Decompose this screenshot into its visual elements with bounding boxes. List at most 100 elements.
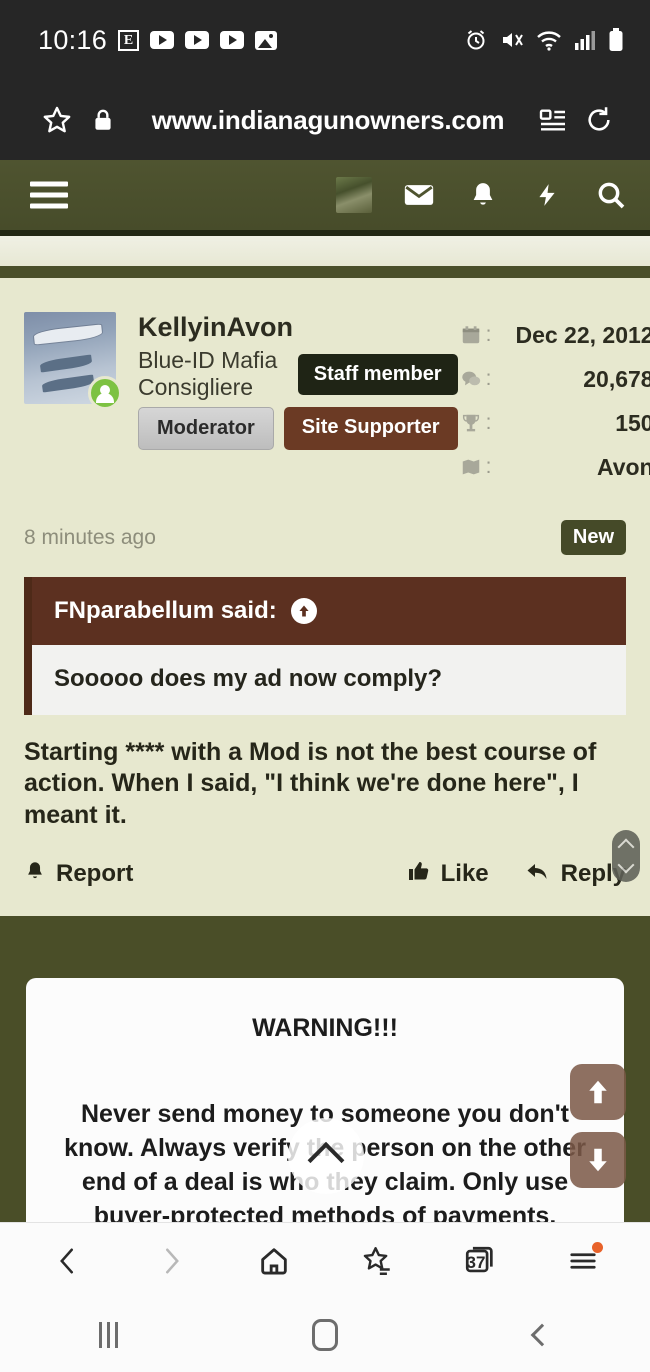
scrollbar-handle[interactable]	[612, 830, 640, 882]
scroll-to-top-button[interactable]	[288, 1118, 364, 1194]
status-bar: 10:16 E	[0, 0, 650, 80]
trophy-points-value: 150	[615, 409, 650, 436]
post-header: KellyinAvon Blue-ID Mafia Consigliere St…	[0, 298, 650, 494]
star-icon[interactable]	[34, 97, 80, 143]
photo-icon	[255, 30, 278, 50]
android-back-button[interactable]	[512, 1313, 572, 1357]
report-button[interactable]: Report	[24, 859, 133, 890]
username[interactable]: KellyinAvon	[138, 312, 458, 343]
tab-count: 37	[466, 1252, 486, 1272]
reload-icon[interactable]	[576, 97, 622, 143]
quote-body: Sooooo does my ad now comply?	[32, 645, 626, 715]
lock-icon	[80, 97, 126, 143]
reply-arrow-icon	[525, 859, 551, 890]
messages-value: 20,678	[583, 365, 650, 392]
status-bar-left: 10:16 E	[38, 24, 278, 56]
stat-separator: :	[485, 323, 492, 346]
android-nav-bar	[0, 1298, 650, 1372]
browser-menu-button[interactable]	[555, 1233, 611, 1289]
forum-post: KellyinAvon Blue-ID Mafia Consigliere St…	[0, 278, 650, 916]
home-icon	[311, 1319, 338, 1351]
post-timestamp[interactable]: 8 minutes ago	[24, 526, 156, 550]
warning-title: WARNING!!!	[252, 1013, 398, 1042]
status-bar-right	[464, 28, 624, 52]
page-top-strip	[0, 236, 650, 266]
messages-icon	[458, 368, 484, 390]
aircraft-shape	[41, 374, 95, 393]
staff-member-badge: Staff member	[297, 353, 458, 395]
recents-icon	[98, 1322, 118, 1348]
user-title: Blue-ID Mafia Consigliere	[138, 347, 278, 400]
youtube-icon	[185, 31, 210, 49]
menu-notification-dot	[591, 1241, 603, 1253]
browser-home-button[interactable]	[246, 1233, 302, 1289]
search-icon[interactable]	[594, 178, 628, 212]
mute-vibrate-icon	[500, 28, 524, 52]
stat-messages: : 20,678	[458, 362, 650, 396]
quote-header[interactable]: FNparabellum said:	[32, 577, 626, 645]
url-text[interactable]: www.indianagunowners.com	[126, 105, 530, 136]
section-divider	[0, 266, 650, 278]
evernote-icon: E	[118, 29, 140, 51]
chevron-up-icon	[307, 1141, 345, 1179]
browser-back-button[interactable]	[40, 1233, 96, 1289]
site-supporter-badge: Site Supporter	[283, 407, 458, 450]
browser-url-bar[interactable]: www.indianagunowners.com	[0, 80, 650, 160]
new-badge: New	[560, 520, 626, 555]
stat-separator: :	[485, 455, 492, 478]
post-body-text: Starting **** with a Mod is not the best…	[24, 738, 597, 829]
arrow-up-circle-icon[interactable]	[290, 598, 317, 624]
user-stats: : Dec 22, 2012 : 20,678 : 150: Avon	[458, 312, 650, 494]
reply-button[interactable]: Reply	[525, 859, 626, 890]
report-label: Report	[56, 860, 134, 888]
scroll-down-button[interactable]	[570, 1132, 626, 1188]
location-value: Avon	[596, 453, 650, 480]
user-badges: Moderator Site Supporter	[138, 407, 458, 450]
youtube-icon	[220, 31, 245, 49]
quote-block: FNparabellum said: Sooooo does my ad now…	[24, 577, 626, 715]
site-nav-icons	[336, 177, 628, 213]
stat-location: : Avon	[458, 450, 650, 484]
avatar[interactable]	[24, 312, 122, 410]
browser-forward-button[interactable]	[143, 1233, 199, 1289]
map-icon	[458, 456, 484, 478]
alarm-icon	[464, 28, 488, 52]
stat-separator: :	[485, 367, 492, 390]
browser-bookmarks-button[interactable]	[349, 1233, 405, 1289]
chevron-down-icon	[617, 856, 635, 874]
join-date-value: Dec 22, 2012	[515, 321, 650, 348]
android-home-button[interactable]	[295, 1313, 355, 1357]
android-recents-button[interactable]	[78, 1313, 138, 1357]
back-icon	[530, 1323, 553, 1347]
like-button[interactable]: Like	[407, 859, 489, 890]
trophy-icon	[458, 412, 484, 434]
calendar-icon	[458, 324, 484, 346]
user-avatar[interactable]	[336, 177, 372, 213]
scroll-fab-group	[570, 1064, 626, 1188]
like-label: Like	[440, 860, 489, 888]
user-title-row: Blue-ID Mafia Consigliere Staff member	[138, 347, 458, 401]
thumbs-up-icon	[407, 859, 431, 890]
hamburger-icon[interactable]	[30, 176, 68, 215]
stat-join-date: : Dec 22, 2012	[458, 318, 650, 352]
moderator-badge: Moderator	[138, 407, 274, 450]
youtube-icon	[150, 31, 175, 49]
bell-icon[interactable]	[466, 178, 500, 212]
bell-icon	[24, 859, 46, 890]
user-info: KellyinAvon Blue-ID Mafia Consigliere St…	[116, 312, 458, 494]
chevron-up-icon	[617, 838, 635, 856]
stat-separator: :	[485, 411, 492, 434]
phone-screen: 10:16 E www.indianagunowners.com Kellyin…	[0, 0, 650, 1372]
post-actions: Report Like Reply	[0, 831, 650, 916]
browser-tabs-button[interactable]: 37	[452, 1233, 508, 1289]
status-time: 10:16	[38, 24, 108, 55]
reader-mode-icon[interactable]	[530, 97, 576, 143]
post-actions-right: Like Reply	[407, 859, 626, 890]
battery-icon	[608, 28, 624, 52]
lightning-icon[interactable]	[530, 178, 564, 212]
browser-bottom-bar: 37	[0, 1222, 650, 1298]
mail-icon[interactable]	[402, 178, 436, 212]
stat-trophy-points: : 150	[458, 406, 650, 440]
post-meta: 8 minutes ago New	[0, 494, 650, 555]
scroll-up-button[interactable]	[570, 1064, 626, 1120]
